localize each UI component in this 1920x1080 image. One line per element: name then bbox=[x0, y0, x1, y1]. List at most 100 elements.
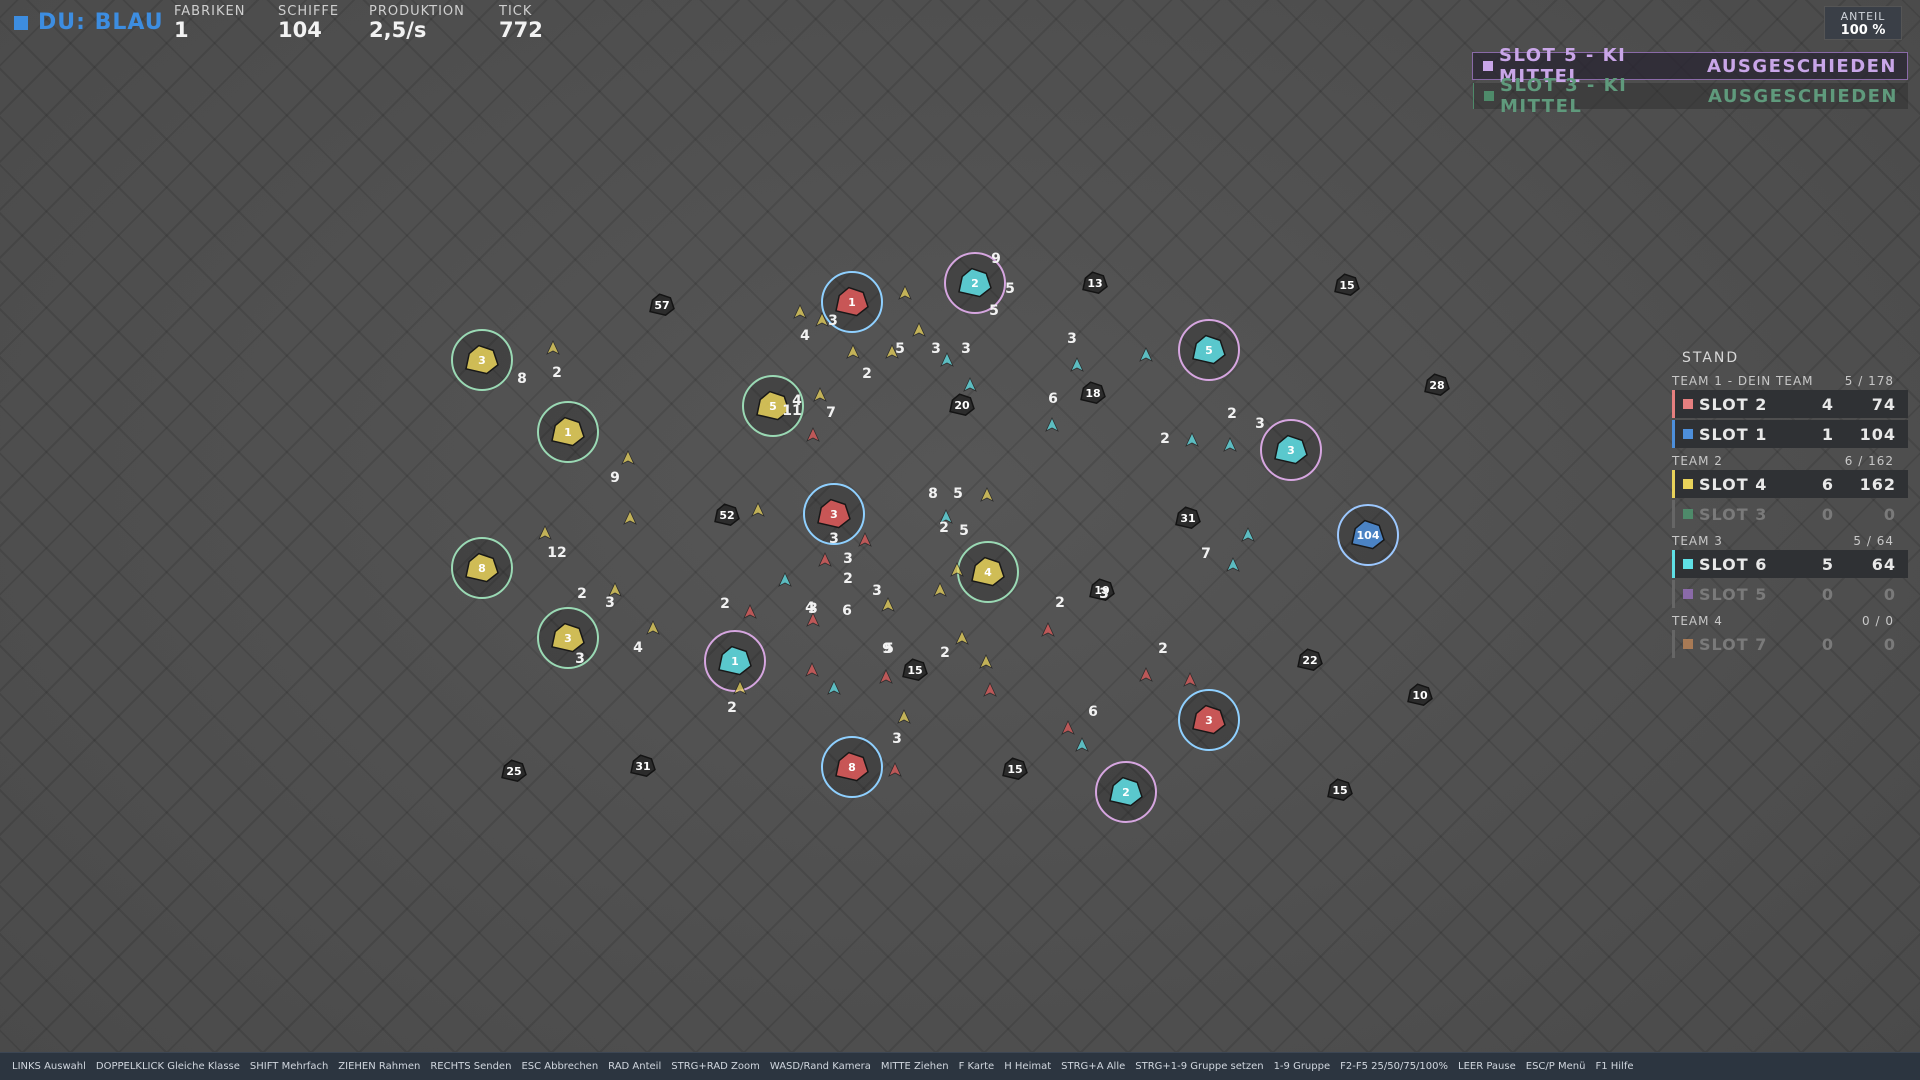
factory-yellow[interactable]: 3 bbox=[451, 329, 513, 391]
fleet-count: 11 bbox=[782, 403, 801, 419]
help-hint: ZIEHEN Rahmen bbox=[338, 1061, 421, 1072]
fleet-ship-icon[interactable] bbox=[1223, 437, 1237, 452]
fleet-ship-icon[interactable] bbox=[1226, 557, 1240, 572]
fleet-ship-icon[interactable] bbox=[933, 582, 947, 597]
factory-neutral[interactable]: 15 bbox=[1327, 778, 1353, 802]
fleet-ship-icon[interactable] bbox=[940, 352, 954, 367]
fleet-ship-icon[interactable] bbox=[793, 304, 807, 319]
factory-neutral[interactable]: 15 bbox=[902, 658, 928, 682]
fleet-ship-icon[interactable] bbox=[751, 502, 765, 517]
fleet-count: 7 bbox=[1201, 546, 1211, 562]
help-hint: 1-9 Gruppe bbox=[1273, 1061, 1331, 1072]
fleet-ship-icon[interactable] bbox=[888, 762, 902, 777]
factory-yellow[interactable]: 3 bbox=[537, 607, 599, 669]
fleet-ship-icon[interactable] bbox=[1041, 622, 1055, 637]
fleet-ship-icon[interactable] bbox=[813, 387, 827, 402]
factory-teal[interactable]: 5 bbox=[1178, 319, 1240, 381]
fleet-ship-icon[interactable] bbox=[963, 377, 977, 392]
fleet-ship-icon[interactable] bbox=[980, 487, 994, 502]
fleet-ship-icon[interactable] bbox=[1061, 720, 1075, 735]
team-name: TEAM 2 bbox=[1672, 454, 1723, 468]
stat-production: PRODUKTION 2,5/s bbox=[369, 4, 465, 41]
fleet-ship-icon[interactable] bbox=[1183, 672, 1197, 687]
fleet-ship-icon[interactable] bbox=[1070, 357, 1084, 372]
fleet-count: 5 bbox=[884, 641, 894, 657]
fleet-ship-icon[interactable] bbox=[805, 662, 819, 677]
factory-neutral[interactable]: 15 bbox=[1334, 273, 1360, 297]
fleet-count: 9 bbox=[610, 470, 620, 486]
fleet-count: 3 bbox=[872, 583, 882, 599]
fleet-ship-icon[interactable] bbox=[646, 620, 660, 635]
fleet-ship-icon[interactable] bbox=[979, 654, 993, 669]
help-hint: ESC Abbrechen bbox=[521, 1061, 599, 1072]
factory-red[interactable]: 3 bbox=[1178, 689, 1240, 751]
player-color-swatch bbox=[14, 15, 28, 30]
factory-neutral[interactable]: 22 bbox=[1297, 648, 1323, 672]
factory-yellow[interactable]: 4 bbox=[957, 541, 1019, 603]
factory-neutral[interactable]: 10 bbox=[1407, 683, 1433, 707]
factory-count: 8 bbox=[478, 562, 486, 575]
fleet-ship-icon[interactable] bbox=[1241, 527, 1255, 542]
fleet-count: 2 bbox=[552, 365, 562, 381]
factory-blue[interactable]: 104 bbox=[1337, 504, 1399, 566]
factory-red[interactable]: 8 bbox=[821, 736, 883, 798]
factory-neutral[interactable]: 13 bbox=[1082, 271, 1108, 295]
factory-count: 1 bbox=[731, 655, 739, 668]
fleet-ship-icon[interactable] bbox=[546, 340, 560, 355]
help-hint: LINKS Auswahl bbox=[12, 1061, 86, 1072]
factory-teal[interactable]: 1 bbox=[704, 630, 766, 692]
fleet-ship-icon[interactable] bbox=[1075, 737, 1089, 752]
fleet-ship-icon[interactable] bbox=[778, 572, 792, 587]
fleet-ship-icon[interactable] bbox=[1185, 432, 1199, 447]
fleet-ship-icon[interactable] bbox=[818, 552, 832, 567]
factory-teal[interactable]: 3 bbox=[1260, 419, 1322, 481]
slot-factories: 0 bbox=[1821, 504, 1834, 524]
player-name: DU: BLAU bbox=[38, 10, 164, 35]
factory-neutral[interactable]: 57 bbox=[649, 293, 675, 317]
fleet-ship-icon[interactable] bbox=[846, 344, 860, 359]
fleet-ship-icon[interactable] bbox=[743, 604, 757, 619]
fleet-ship-icon[interactable] bbox=[827, 680, 841, 695]
factory-neutral[interactable]: 52 bbox=[714, 503, 740, 527]
factory-neutral[interactable]: 31 bbox=[630, 754, 656, 778]
fleet-count: 3 bbox=[961, 341, 971, 357]
slot-name: SLOT 2 bbox=[1699, 394, 1768, 414]
fleet-ship-icon[interactable] bbox=[912, 322, 926, 337]
fleet-ship-icon[interactable] bbox=[806, 427, 820, 442]
help-hint: SHIFT Mehrfach bbox=[249, 1061, 329, 1072]
team-score: 6 / 162 bbox=[1844, 454, 1894, 468]
fleet-ship-icon[interactable] bbox=[1045, 417, 1059, 432]
fleet-ship-icon[interactable] bbox=[881, 597, 895, 612]
factory-count: 2 bbox=[971, 277, 979, 290]
fleet-ship-icon[interactable] bbox=[538, 525, 552, 540]
fleet-ship-icon[interactable] bbox=[858, 532, 872, 547]
fleet-count: 8 bbox=[517, 371, 527, 387]
factory-neutral[interactable]: 15 bbox=[1002, 757, 1028, 781]
fleet-ship-icon[interactable] bbox=[1139, 347, 1153, 362]
fleet-count: 3 bbox=[605, 595, 615, 611]
fleet-ship-icon[interactable] bbox=[1139, 667, 1153, 682]
game-map[interactable]: 57 12 13 1535 20185281352 3 311048 419311522103… bbox=[0, 0, 1920, 1050]
factory-count: 52 bbox=[719, 509, 734, 522]
share-indicator[interactable]: ANTEIL 100 % bbox=[1824, 6, 1902, 40]
factory-neutral[interactable]: 31 bbox=[1175, 506, 1201, 530]
fleet-count: 3 bbox=[829, 531, 839, 547]
fleet-ship-icon[interactable] bbox=[623, 510, 637, 525]
fleet-ship-icon[interactable] bbox=[897, 709, 911, 724]
factory-neutral[interactable]: 28 bbox=[1424, 373, 1450, 397]
fleet-ship-icon[interactable] bbox=[879, 669, 893, 684]
factory-neutral[interactable]: 25 bbox=[501, 759, 527, 783]
factory-count: 1 bbox=[848, 296, 856, 309]
fleet-ship-icon[interactable] bbox=[955, 630, 969, 645]
factory-neutral[interactable]: 20 bbox=[949, 393, 975, 417]
factory-neutral[interactable]: 18 bbox=[1080, 381, 1106, 405]
factory-count: 5 bbox=[1205, 344, 1213, 357]
factory-teal[interactable]: 2 bbox=[1095, 761, 1157, 823]
fleet-ship-icon[interactable] bbox=[898, 285, 912, 300]
fleet-ship-icon[interactable] bbox=[621, 450, 635, 465]
fleet-ship-icon[interactable] bbox=[983, 682, 997, 697]
factory-count: 3 bbox=[564, 632, 572, 645]
slot-name: SLOT 3 bbox=[1699, 504, 1768, 524]
factory-yellow[interactable]: 1 bbox=[537, 401, 599, 463]
factory-yellow[interactable]: 8 bbox=[451, 537, 513, 599]
